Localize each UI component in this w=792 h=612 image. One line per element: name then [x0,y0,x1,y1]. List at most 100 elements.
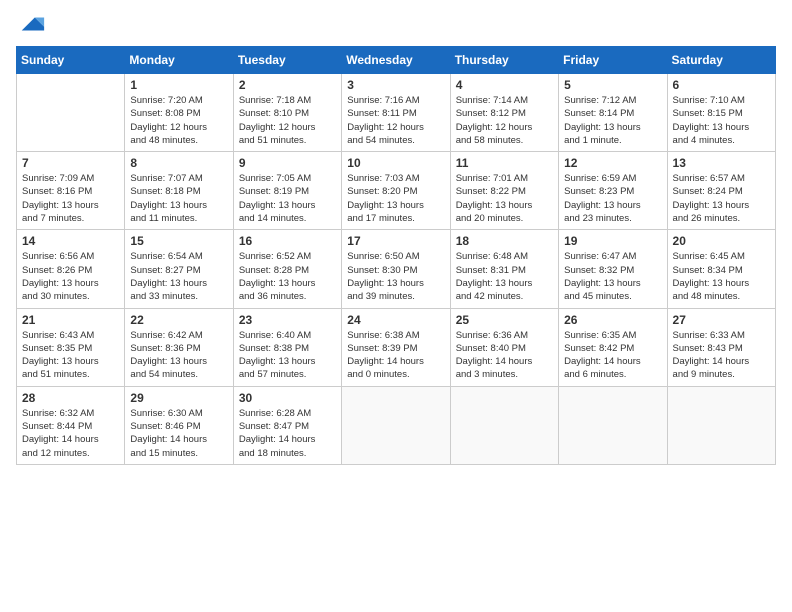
calendar-cell: 17 Sunrise: 6:50 AM Sunset: 8:30 PM Dayli… [342,230,450,308]
dow-header: Saturday [667,47,775,74]
dow-header: Monday [125,47,233,74]
day-info: Sunrise: 7:18 AM Sunset: 8:10 PM Dayligh… [239,94,336,147]
calendar-cell: 27 Sunrise: 6:33 AM Sunset: 8:43 PM Dayli… [667,308,775,386]
calendar-cell: 22 Sunrise: 6:42 AM Sunset: 8:36 PM Dayli… [125,308,233,386]
day-number: 21 [22,313,119,327]
day-number: 2 [239,78,336,92]
calendar-cell [559,386,667,464]
days-of-week-row: SundayMondayTuesdayWednesdayThursdayFrid… [17,47,776,74]
calendar-cell: 24 Sunrise: 6:38 AM Sunset: 8:39 PM Dayli… [342,308,450,386]
day-number: 6 [673,78,770,92]
day-number: 9 [239,156,336,170]
calendar-cell: 15 Sunrise: 6:54 AM Sunset: 8:27 PM Dayli… [125,230,233,308]
day-info: Sunrise: 7:10 AM Sunset: 8:15 PM Dayligh… [673,94,770,147]
calendar-table: SundayMondayTuesdayWednesdayThursdayFrid… [16,46,776,465]
dow-header: Sunday [17,47,125,74]
calendar-cell: 30Sunrise: 6:28 AM Sunset: 8:47 PM Dayli… [233,386,341,464]
day-number: 16 [239,234,336,248]
day-info: Sunrise: 7:05 AM Sunset: 8:19 PM Dayligh… [239,172,336,225]
calendar-cell: 1 Sunrise: 7:20 AM Sunset: 8:08 PM Daylig… [125,74,233,152]
day-info: Sunrise: 6:30 AM Sunset: 8:46 PM Dayligh… [130,407,227,460]
calendar-cell: 7 Sunrise: 7:09 AM Sunset: 8:16 PM Daylig… [17,152,125,230]
calendar-cell [17,74,125,152]
day-number: 3 [347,78,444,92]
day-number: 20 [673,234,770,248]
day-number: 23 [239,313,336,327]
calendar-cell: 5 Sunrise: 7:12 AM Sunset: 8:14 PM Daylig… [559,74,667,152]
dow-header: Wednesday [342,47,450,74]
calendar-cell: 6 Sunrise: 7:10 AM Sunset: 8:15 PM Daylig… [667,74,775,152]
day-info: Sunrise: 7:09 AM Sunset: 8:16 PM Dayligh… [22,172,119,225]
day-info: Sunrise: 7:16 AM Sunset: 8:11 PM Dayligh… [347,94,444,147]
day-number: 18 [456,234,553,248]
day-number: 26 [564,313,661,327]
day-number: 1 [130,78,227,92]
calendar-cell: 26 Sunrise: 6:35 AM Sunset: 8:42 PM Dayli… [559,308,667,386]
day-info: Sunrise: 6:54 AM Sunset: 8:27 PM Dayligh… [130,250,227,303]
day-number: 10 [347,156,444,170]
day-number: 17 [347,234,444,248]
calendar-cell: 12 Sunrise: 6:59 AM Sunset: 8:23 PM Dayli… [559,152,667,230]
logo-icon [18,10,46,38]
calendar-cell: 23 Sunrise: 6:40 AM Sunset: 8:38 PM Dayli… [233,308,341,386]
day-number: 28 [22,391,119,405]
calendar-cell: 18 Sunrise: 6:48 AM Sunset: 8:31 PM Dayli… [450,230,558,308]
day-info: Sunrise: 6:35 AM Sunset: 8:42 PM Dayligh… [564,329,661,382]
calendar-cell: 16 Sunrise: 6:52 AM Sunset: 8:28 PM Dayli… [233,230,341,308]
day-number: 7 [22,156,119,170]
day-info: Sunrise: 6:32 AM Sunset: 8:44 PM Dayligh… [22,407,119,460]
calendar-cell: 29 Sunrise: 6:30 AM Sunset: 8:46 PM Dayli… [125,386,233,464]
day-number: 27 [673,313,770,327]
calendar-week-row: 1 Sunrise: 7:20 AM Sunset: 8:08 PM Daylig… [17,74,776,152]
day-info: Sunrise: 7:20 AM Sunset: 8:08 PM Dayligh… [130,94,227,147]
day-info: Sunrise: 6:56 AM Sunset: 8:26 PM Dayligh… [22,250,119,303]
dow-header: Friday [559,47,667,74]
day-info: Sunrise: 6:38 AM Sunset: 8:39 PM Dayligh… [347,329,444,382]
day-info: Sunrise: 6:28 AM Sunset: 8:47 PM Dayligh… [239,407,336,460]
day-number: 25 [456,313,553,327]
dow-header: Tuesday [233,47,341,74]
day-info: Sunrise: 6:50 AM Sunset: 8:30 PM Dayligh… [347,250,444,303]
day-number: 13 [673,156,770,170]
dow-header: Thursday [450,47,558,74]
day-info: Sunrise: 6:40 AM Sunset: 8:38 PM Dayligh… [239,329,336,382]
day-info: Sunrise: 6:42 AM Sunset: 8:36 PM Dayligh… [130,329,227,382]
day-info: Sunrise: 7:12 AM Sunset: 8:14 PM Dayligh… [564,94,661,147]
calendar-cell [342,386,450,464]
day-info: Sunrise: 7:07 AM Sunset: 8:18 PM Dayligh… [130,172,227,225]
day-number: 22 [130,313,227,327]
day-number: 14 [22,234,119,248]
day-number: 8 [130,156,227,170]
day-info: Sunrise: 6:33 AM Sunset: 8:43 PM Dayligh… [673,329,770,382]
calendar-cell: 25 Sunrise: 6:36 AM Sunset: 8:40 PM Dayli… [450,308,558,386]
day-info: Sunrise: 6:57 AM Sunset: 8:24 PM Dayligh… [673,172,770,225]
calendar-week-row: 21 Sunrise: 6:43 AM Sunset: 8:35 PM Dayli… [17,308,776,386]
day-info: Sunrise: 7:03 AM Sunset: 8:20 PM Dayligh… [347,172,444,225]
day-number: 15 [130,234,227,248]
calendar-cell: 4 Sunrise: 7:14 AM Sunset: 8:12 PM Daylig… [450,74,558,152]
day-number: 4 [456,78,553,92]
calendar-cell: 19Sunrise: 6:47 AM Sunset: 8:32 PM Dayli… [559,230,667,308]
calendar-week-row: 28 Sunrise: 6:32 AM Sunset: 8:44 PM Dayli… [17,386,776,464]
calendar-cell [667,386,775,464]
day-info: Sunrise: 7:01 AM Sunset: 8:22 PM Dayligh… [456,172,553,225]
calendar-cell: 21 Sunrise: 6:43 AM Sunset: 8:35 PM Dayli… [17,308,125,386]
day-number: 24 [347,313,444,327]
day-number: 12 [564,156,661,170]
calendar-cell: 13 Sunrise: 6:57 AM Sunset: 8:24 PM Dayli… [667,152,775,230]
day-number: 5 [564,78,661,92]
day-info: Sunrise: 7:14 AM Sunset: 8:12 PM Dayligh… [456,94,553,147]
calendar-cell: 8 Sunrise: 7:07 AM Sunset: 8:18 PM Daylig… [125,152,233,230]
day-info: Sunrise: 6:52 AM Sunset: 8:28 PM Dayligh… [239,250,336,303]
day-info: Sunrise: 6:36 AM Sunset: 8:40 PM Dayligh… [456,329,553,382]
day-info: Sunrise: 6:59 AM Sunset: 8:23 PM Dayligh… [564,172,661,225]
calendar-cell [450,386,558,464]
day-info: Sunrise: 6:47 AM Sunset: 8:32 PM Dayligh… [564,250,661,303]
calendar-cell: 9 Sunrise: 7:05 AM Sunset: 8:19 PM Daylig… [233,152,341,230]
day-number: 29 [130,391,227,405]
day-number: 11 [456,156,553,170]
day-info: Sunrise: 6:43 AM Sunset: 8:35 PM Dayligh… [22,329,119,382]
day-info: Sunrise: 6:48 AM Sunset: 8:31 PM Dayligh… [456,250,553,303]
calendar-cell: 11 Sunrise: 7:01 AM Sunset: 8:22 PM Dayli… [450,152,558,230]
logo [16,10,46,38]
